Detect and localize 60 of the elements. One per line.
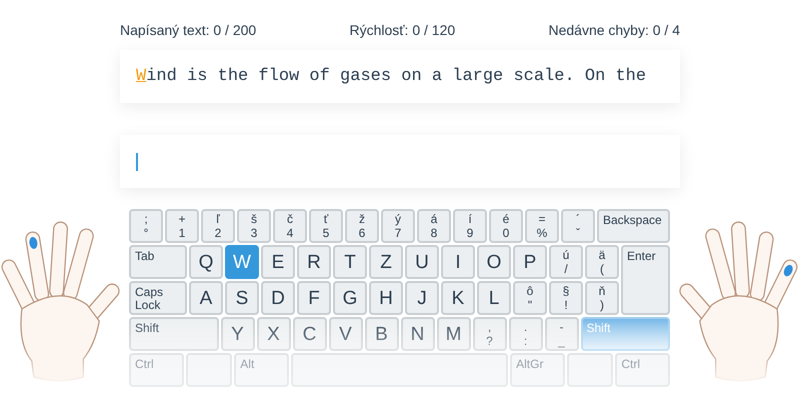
key[interactable] [566, 353, 614, 387]
key[interactable]: P [513, 245, 547, 279]
stat-label: Rýchlosť: 0 / 120 [350, 21, 456, 40]
key[interactable]: Caps Lock [129, 281, 187, 315]
typing-field[interactable] [120, 135, 680, 188]
key[interactable]: X [256, 317, 290, 351]
key[interactable]: Y [220, 317, 254, 351]
key[interactable]: í 9 [453, 209, 487, 243]
key[interactable]: ň ) [585, 281, 619, 315]
key[interactable]: ô " [513, 281, 547, 315]
key[interactable]: Z [369, 245, 403, 279]
key[interactable]: H [369, 281, 403, 315]
key[interactable]: J [405, 281, 439, 315]
key[interactable]: T [333, 245, 367, 279]
key[interactable] [186, 353, 232, 387]
key[interactable]: F [297, 281, 331, 315]
key[interactable]: S [225, 281, 259, 315]
key[interactable]: D [261, 281, 295, 315]
key[interactable]: O [477, 245, 511, 279]
key[interactable]: K [441, 281, 475, 315]
key[interactable]: V [328, 317, 362, 351]
key[interactable]: A [189, 281, 223, 315]
key[interactable]: + 1 [165, 209, 199, 243]
stat-label: Nedávne chyby: 0 / 4 [548, 21, 680, 40]
key[interactable]: § ! [549, 281, 583, 315]
key[interactable]: Q [189, 245, 223, 279]
key[interactable]: ť 5 [309, 209, 343, 243]
key[interactable]: U [405, 245, 439, 279]
key[interactable]: ž 6 [345, 209, 379, 243]
key[interactable]: ľ 2 [201, 209, 235, 243]
key[interactable]: G [333, 281, 367, 315]
key[interactable]: Backspace [597, 209, 670, 243]
key[interactable]: é 0 [489, 209, 523, 243]
key[interactable]: Enter [621, 245, 670, 315]
key[interactable]: ý 7 [381, 209, 415, 243]
key[interactable]: ú / [549, 245, 583, 279]
key[interactable]: Tab [129, 245, 187, 279]
key[interactable]: L [477, 281, 511, 315]
prompt-text: ind is the flow of gases on a large scale. On the [146, 66, 646, 88]
key[interactable]: š 3 [237, 209, 271, 243]
key[interactable]: = % [525, 209, 559, 243]
key[interactable]: I [441, 245, 475, 279]
key[interactable]: ä ( [585, 245, 619, 279]
key[interactable]: , ? [472, 317, 506, 351]
stat-label: Napísaný text: 0 / 200 [120, 21, 256, 40]
key[interactable]: N [400, 317, 434, 351]
key[interactable]: č 4 [273, 209, 307, 243]
key[interactable]: - _ [544, 317, 578, 351]
key[interactable]: E [261, 245, 295, 279]
key[interactable]: M [436, 317, 470, 351]
key[interactable]: C [292, 317, 326, 351]
space-key[interactable] [290, 353, 508, 387]
key[interactable]: Shift [129, 317, 218, 351]
current-letter: W [136, 66, 146, 88]
key[interactable]: B [364, 317, 398, 351]
key[interactable]: ; ° [129, 209, 163, 243]
key[interactable]: á 8 [417, 209, 451, 243]
key[interactable]: R [297, 245, 331, 279]
key[interactable]: . : [508, 317, 542, 351]
key[interactable]: ´ ˇ [561, 209, 595, 243]
